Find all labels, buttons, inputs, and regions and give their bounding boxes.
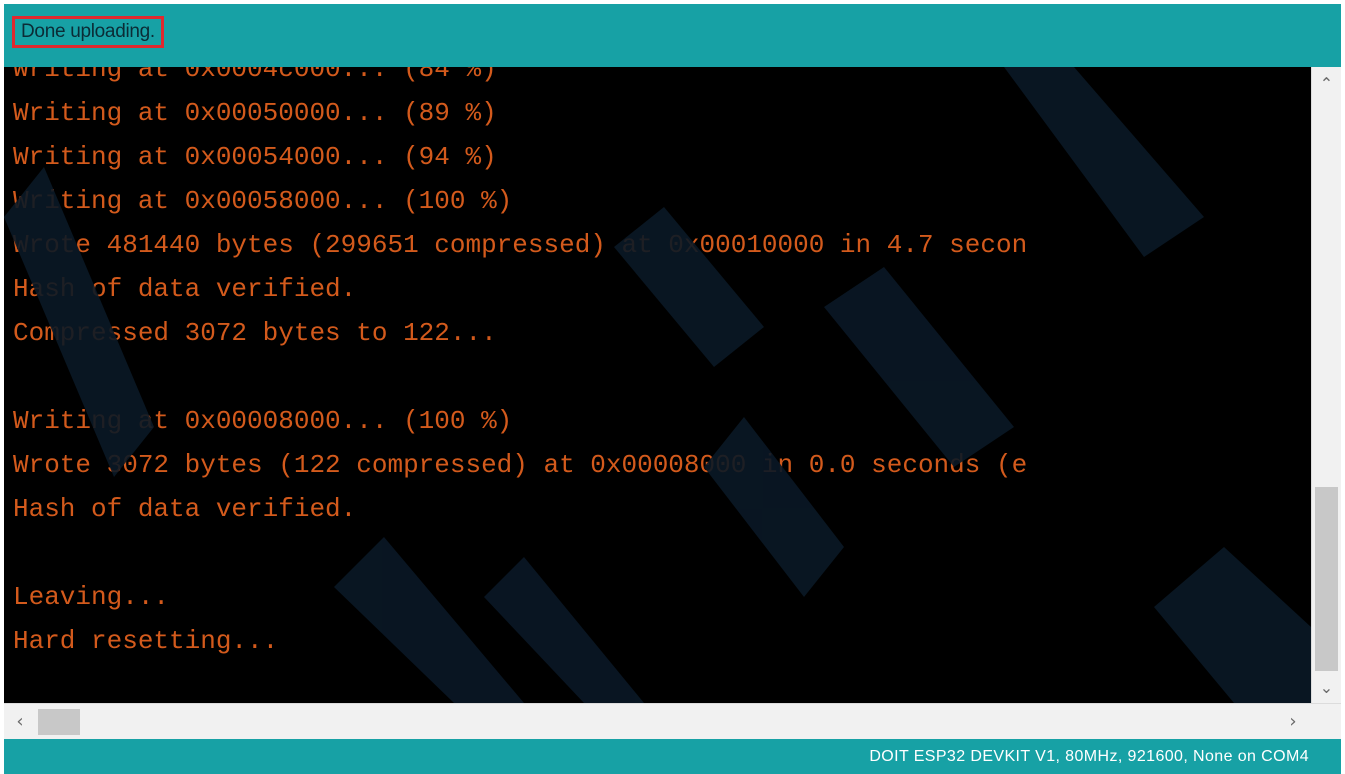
- console-line: Hash of data verified.: [13, 494, 357, 524]
- console-line: Wrote 481440 bytes (299651 compressed) a…: [13, 230, 1028, 260]
- arduino-ide-output-window: Done uploading. Writing at 0x0004c000...…: [0, 0, 1345, 774]
- horizontal-scroll-thumb[interactable]: [38, 709, 80, 735]
- horizontal-scrollbar[interactable]: ‹ ›: [4, 703, 1341, 739]
- chevron-up-icon[interactable]: ⌃: [1312, 67, 1341, 99]
- chevron-down-icon[interactable]: ⌄: [1312, 671, 1341, 703]
- console-line: Hard resetting...: [13, 626, 279, 656]
- console-line: Wrote 3072 bytes (122 compressed) at 0x0…: [13, 450, 1028, 480]
- vertical-scroll-thumb[interactable]: [1315, 487, 1338, 671]
- status-bar: Done uploading.: [4, 4, 1341, 67]
- console-line: Leaving...: [13, 582, 170, 612]
- vertical-scrollbar[interactable]: ⌃ ⌄: [1311, 67, 1341, 703]
- console-line: Writing at 0x00054000... (94 %): [13, 142, 497, 172]
- console-output[interactable]: Writing at 0x0004c000... (84 %) Writing a…: [4, 67, 1311, 703]
- console-line: Writing at 0x00008000... (100 %): [13, 406, 513, 436]
- console-line: Writing at 0x0004c000... (84 %): [13, 67, 497, 84]
- console-line: Compressed 3072 bytes to 122...: [13, 318, 497, 348]
- console-line: Writing at 0x00058000... (100 %): [13, 186, 513, 216]
- console-lines: Writing at 0x0004c000... (84 %) Writing a…: [13, 67, 1027, 663]
- console-line: Writing at 0x00050000... (89 %): [13, 98, 497, 128]
- board-port-info: DOIT ESP32 DEVKIT V1, 80MHz, 921600, Non…: [869, 747, 1309, 765]
- status-highlight-box: Done uploading.: [12, 16, 164, 48]
- upload-status-message: Done uploading.: [21, 21, 155, 42]
- console-line: Hash of data verified.: [13, 274, 357, 304]
- board-info-bar: DOIT ESP32 DEVKIT V1, 80MHz, 921600, Non…: [4, 739, 1341, 774]
- chevron-left-icon[interactable]: ‹: [6, 704, 34, 739]
- chevron-right-icon[interactable]: ›: [1279, 704, 1307, 739]
